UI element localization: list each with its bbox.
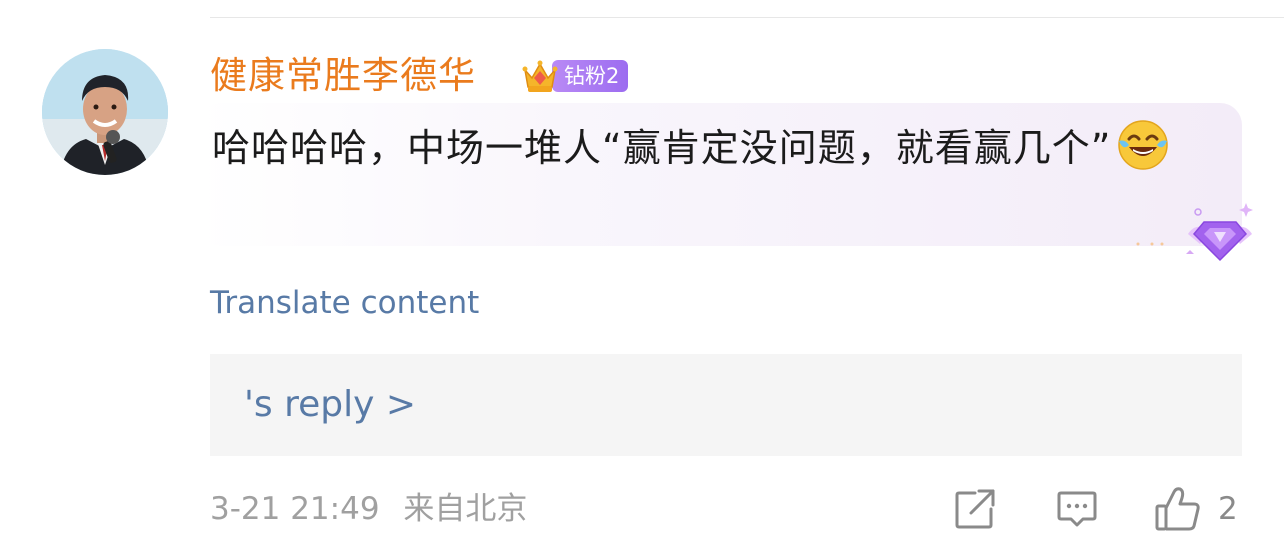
- crown-icon: [522, 60, 558, 92]
- like-button[interactable]: 2: [1154, 486, 1238, 532]
- top-divider: [210, 17, 1284, 18]
- like-count: 2: [1218, 491, 1238, 527]
- reply-box[interactable]: 's reply >: [210, 354, 1242, 456]
- share-icon: [955, 489, 995, 529]
- view-replies-link[interactable]: 's reply >: [244, 382, 416, 428]
- diamond-badge-icon: [1136, 203, 1253, 262]
- comment-button[interactable]: [1055, 486, 1099, 532]
- comment-meta: 3-21 21:49 来自北京: [210, 488, 541, 530]
- comment-text: 哈哈哈哈，中场一堆人“赢肯定没问题，就看赢几个”: [212, 126, 1112, 170]
- username[interactable]: 健康常胜李德华: [210, 52, 476, 100]
- location: 来自北京: [403, 491, 528, 527]
- avatar[interactable]: [42, 49, 168, 175]
- fan-level-label: 钻粉2: [552, 60, 629, 92]
- translate-link[interactable]: Translate content: [210, 282, 479, 324]
- share-button[interactable]: [953, 486, 997, 532]
- thumbs-up-icon: [1155, 487, 1200, 531]
- comment-icon: [1057, 491, 1097, 527]
- comment-body: 哈哈哈哈，中场一堆人“赢肯定没问题，就看赢几个”: [212, 118, 1222, 178]
- laughing-tears-emoji: [1118, 120, 1169, 170]
- timestamp: 3-21 21:49: [210, 491, 380, 527]
- fan-badge[interactable]: 钻粉2: [520, 56, 629, 96]
